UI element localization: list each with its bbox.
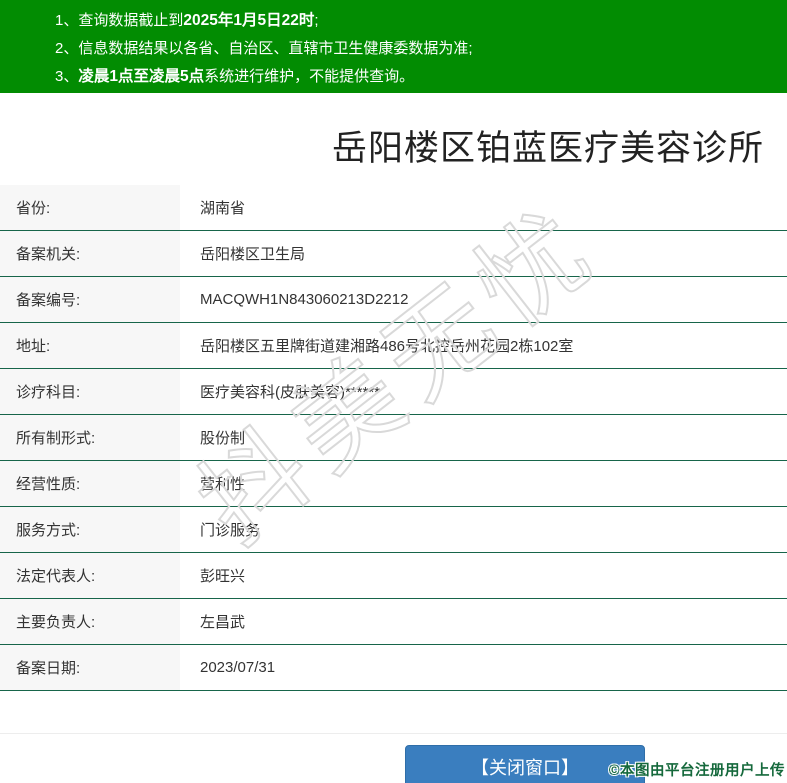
field-value: 股份制 [200, 430, 246, 447]
table-row-service-mode: 服务方式: 门诊服务 [0, 507, 787, 553]
field-value: 医疗美容科(皮肤美容)****** [200, 384, 381, 401]
table-row-ownership-form: 所有制形式: 股份制 [0, 415, 787, 461]
table-row-principal: 主要负责人: 左昌武 [0, 599, 787, 645]
field-label: 备案编号: [0, 277, 180, 322]
table-row-medical-subjects: 诊疗科目: 医疗美容科(皮肤美容)****** [0, 369, 787, 415]
table-row-address: 地址: 岳阳楼区五里牌街道建湘路486号北控岳州花园2栋102室 [0, 323, 787, 369]
table-row-province: 省份: 湖南省 [0, 185, 787, 231]
field-value: 岳阳楼区五里牌街道建湘路486号北控岳州花园2栋102室 [200, 338, 574, 355]
field-value: 门诊服务 [200, 522, 261, 539]
field-label: 诊疗科目: [0, 369, 180, 414]
field-value: 2023/07/31 [200, 659, 276, 676]
notice-number: 3、 [55, 68, 79, 85]
field-label: 备案机关: [0, 231, 180, 276]
field-value: MACQWH1N843060213D2212 [200, 291, 409, 308]
page-title: 岳阳楼区铂蓝医疗美容诊所 [331, 129, 764, 168]
record-table: 省份: 湖南省 备案机关: 岳阳楼区卫生局 备案编号: MACQWH1N8430… [0, 185, 787, 691]
field-label: 法定代表人: [0, 553, 180, 598]
notice-number: 1、 [55, 12, 79, 29]
field-value: 左昌武 [200, 614, 246, 631]
field-value: 岳阳楼区卫生局 [200, 246, 306, 263]
notice-line-3: 3、凌晨1点至凌晨5点系统进行维护，不能提供查询。 [55, 68, 415, 85]
table-row-registry-number: 备案编号: MACQWH1N843060213D2212 [0, 277, 787, 323]
table-row-registry-authority: 备案机关: 岳阳楼区卫生局 [0, 231, 787, 277]
table-row-registry-date: 备案日期: 2023/07/31 [0, 645, 787, 691]
notice-number: 2、 [55, 40, 79, 57]
field-label: 主要负责人: [0, 599, 180, 644]
notice-line-2: 2、信息数据结果以各省、自治区、直辖市卫生健康委数据为准; [55, 40, 473, 57]
table-row-legal-representative: 法定代表人: 彭旺兴 [0, 553, 787, 599]
field-label: 服务方式: [0, 507, 180, 552]
credit-watermark: ©本图由平台注册用户上传 [608, 763, 785, 779]
field-label: 地址: [0, 323, 180, 368]
footer-divider [0, 733, 787, 734]
field-value: 湖南省 [200, 200, 246, 217]
field-label: 省份: [0, 185, 180, 230]
field-label: 经营性质: [0, 461, 180, 506]
field-label: 备案日期: [0, 645, 180, 690]
notice-line-1: 1、查询数据截止到2025年1月5日22时; [55, 12, 319, 29]
table-row-operation-nature: 经营性质: 营利性 [0, 461, 787, 507]
field-value: 彭旺兴 [200, 568, 246, 585]
field-value: 营利性 [200, 476, 246, 493]
field-label: 所有制形式: [0, 415, 180, 460]
notice-banner: 1、查询数据截止到2025年1月5日22时; 2、信息数据结果以各省、自治区、直… [0, 0, 787, 93]
